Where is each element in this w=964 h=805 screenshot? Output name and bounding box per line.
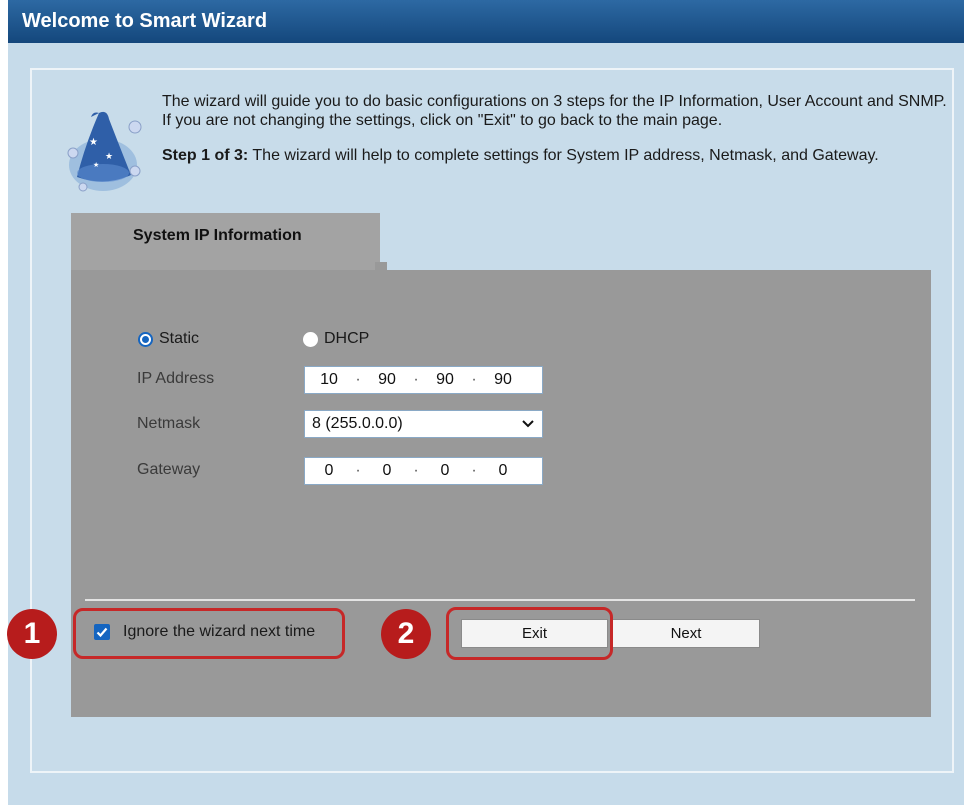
- ip-octet-4[interactable]: 90: [479, 371, 527, 389]
- svg-text:★: ★: [93, 161, 99, 169]
- ip-octet-1[interactable]: 10: [305, 371, 353, 389]
- gateway-label: Gateway: [137, 461, 201, 478]
- annotation-badge-2: 2: [381, 609, 431, 659]
- ip-octet-3[interactable]: 90: [421, 371, 469, 389]
- svg-text:★: ★: [89, 137, 98, 148]
- gateway-input[interactable]: 0 · 0 · 0 · 0: [304, 457, 543, 485]
- next-button[interactable]: Next: [612, 619, 760, 648]
- svg-text:★: ★: [105, 152, 113, 162]
- step-label: Step 1 of 3:: [162, 147, 249, 164]
- static-label: Static: [159, 330, 200, 347]
- chevron-down-icon: [522, 411, 534, 445]
- ip-address-input[interactable]: 10 · 90 · 90 · 90: [304, 366, 543, 394]
- intro-description: The wizard will guide you to do basic co…: [162, 93, 947, 129]
- ip-address-label: IP Address: [137, 370, 215, 387]
- netmask-label: Netmask: [137, 415, 201, 432]
- tab-system-ip-information[interactable]: System IP Information: [71, 213, 380, 271]
- gateway-octet-2[interactable]: 0: [363, 462, 411, 480]
- netmask-value: 8 (255.0.0.0): [312, 415, 403, 432]
- footer-divider: [85, 599, 915, 601]
- annotation-badge-1: 1: [7, 609, 57, 659]
- highlight-exit-button: [446, 607, 613, 660]
- step-text: The wizard will help to complete setting…: [248, 147, 879, 164]
- wizard-hat-icon: ★ ★ ★: [67, 111, 142, 192]
- dhcp-label: DHCP: [324, 330, 370, 347]
- gateway-octet-4[interactable]: 0: [479, 462, 527, 480]
- ip-octet-2[interactable]: 90: [363, 371, 411, 389]
- dhcp-radio[interactable]: [303, 332, 318, 347]
- netmask-select[interactable]: 8 (255.0.0.0): [304, 410, 543, 438]
- intro-text: The wizard will guide you to do basic co…: [162, 92, 952, 165]
- tab-corner: [375, 262, 387, 272]
- gateway-octet-3[interactable]: 0: [421, 462, 469, 480]
- highlight-ignore-checkbox: [73, 608, 345, 659]
- gateway-octet-1[interactable]: 0: [305, 462, 353, 480]
- window-title: Welcome to Smart Wizard: [8, 0, 964, 43]
- static-radio[interactable]: [138, 332, 153, 347]
- step-description: Step 1 of 3: The wizard will help to com…: [162, 146, 952, 165]
